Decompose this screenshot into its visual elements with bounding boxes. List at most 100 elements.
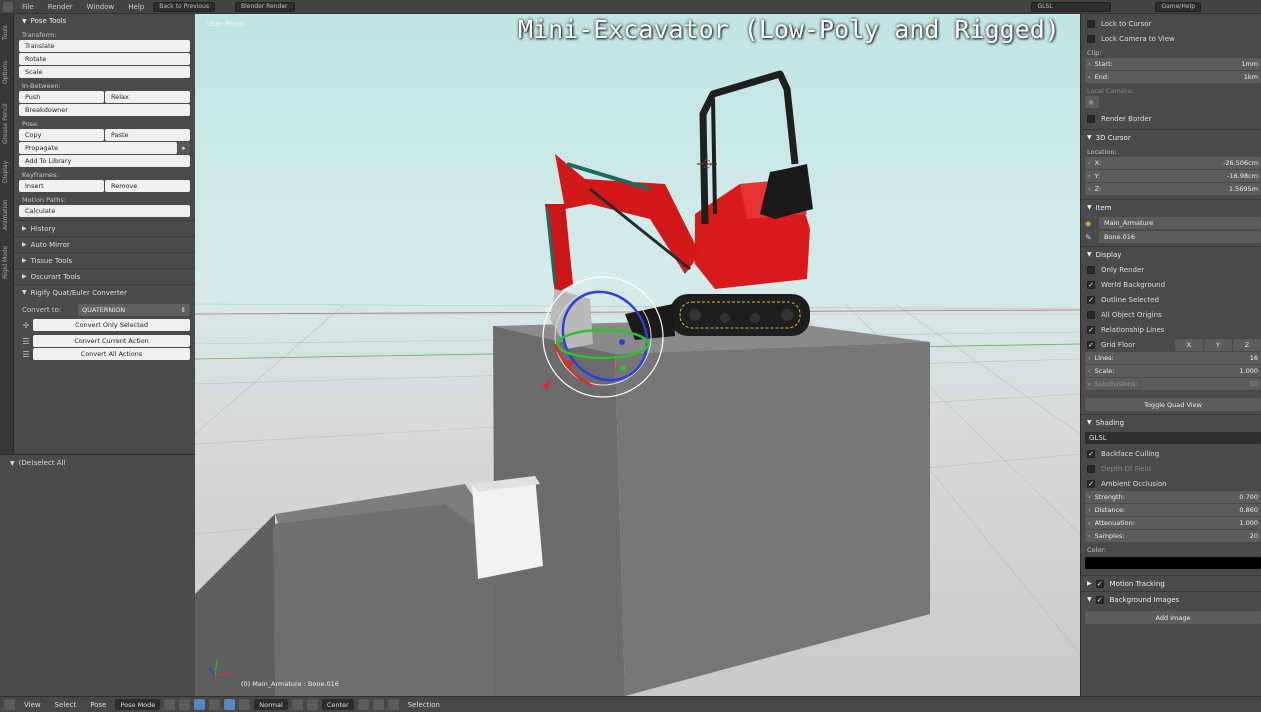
ambient-occlusion-checkbox[interactable]: ✓ Ambient Occlusion (1081, 476, 1261, 491)
layers-icon[interactable] (291, 699, 303, 710)
scale-button[interactable]: Scale (19, 66, 190, 78)
item-bone-name-field[interactable]: Bone.016 (1099, 231, 1261, 243)
add-image-button[interactable]: Add Image (1085, 611, 1261, 624)
oscurart-tools-panel[interactable]: ▶ Oscurart Tools (14, 268, 195, 284)
menu-select[interactable]: Select (50, 701, 82, 709)
lock-to-cursor-checkbox[interactable]: Lock to Cursor (1081, 16, 1261, 31)
clip-start-field[interactable]: ‹ Start: 1mm (1085, 58, 1261, 70)
operator-header[interactable]: ▼ (De)select All (0, 455, 195, 471)
convert-all-actions-button[interactable]: Convert All Actions (33, 348, 190, 360)
snap-icon[interactable] (357, 699, 369, 710)
propagate-button[interactable]: Propagate (19, 142, 177, 154)
cursor-x-field[interactable]: ‹ X: -26.506cm (1085, 157, 1261, 169)
propagate-menu-arrow-icon[interactable]: ▸ (178, 142, 190, 154)
grid-subdivisions-field[interactable]: ‹ Subdivisions: 10 (1085, 378, 1261, 390)
push-button[interactable]: Push (19, 91, 104, 103)
manipulator-toggle-icon[interactable] (194, 699, 206, 710)
game-help-button[interactable]: Game/Help (1155, 1, 1201, 12)
ao-samples-field[interactable]: ‹ Samples: 20 (1085, 530, 1261, 542)
translate-manipulator-icon[interactable] (209, 699, 221, 710)
3d-viewport[interactable]: Mini-Excavator (Low-Poly and Rigged) Use… (195, 14, 1080, 696)
history-panel[interactable]: ▶ History (14, 220, 195, 236)
menu-view[interactable]: View (19, 701, 46, 709)
axis-z-toggle[interactable]: Z (1233, 338, 1261, 351)
render-border-checkbox[interactable]: Render Border (1081, 111, 1261, 126)
grid-lines-field[interactable]: ‹ Lines: 16 (1085, 352, 1261, 364)
ao-strength-field[interactable]: ‹ Strength: 0.700 (1085, 491, 1261, 503)
render-engine-select[interactable]: Blender Render (234, 1, 295, 12)
rigify-converter-header[interactable]: ▼ Rigify Quat/Euler Converter (14, 284, 195, 300)
viewport-shading-select[interactable]: GLSL (1031, 1, 1112, 12)
transform-orientation-select[interactable]: Normal (254, 699, 288, 710)
scale-manipulator-icon[interactable] (239, 699, 251, 710)
clip-end-field[interactable]: ‹ End: 1km (1085, 71, 1261, 83)
tab-options[interactable]: Options (2, 52, 12, 92)
viewport-shading-icon[interactable] (164, 699, 176, 710)
axis-x-toggle[interactable]: X (1175, 338, 1203, 351)
rotate-manipulator-icon[interactable] (224, 699, 236, 710)
tissue-tools-panel[interactable]: ▶ Tissue Tools (14, 252, 195, 268)
relax-button[interactable]: Relax (105, 91, 190, 103)
item-header[interactable]: ▼ Item (1081, 199, 1261, 215)
ao-distance-field[interactable]: ‹ Distance: 0.860 (1085, 504, 1261, 516)
layers-icon[interactable] (306, 699, 318, 710)
all-object-origins-checkbox[interactable]: All Object Origins (1081, 307, 1261, 322)
interaction-mode-select[interactable]: Pose Mode (115, 699, 161, 710)
proportional-edit-icon[interactable] (372, 699, 384, 710)
pivot-point-icon[interactable] (179, 699, 191, 710)
menu-pose[interactable]: Pose (85, 701, 111, 709)
convert-only-selected-button[interactable]: Convert Only Selected (33, 319, 190, 331)
ao-color-swatch[interactable] (1085, 557, 1261, 569)
grid-scale-field[interactable]: ‹ Scale: 1.000 (1085, 365, 1261, 377)
relationship-lines-checkbox[interactable]: ✓ Relationship Lines (1081, 322, 1261, 337)
pose-tools-header[interactable]: ▼ Pose Tools (14, 14, 195, 28)
tab-grease-pencil[interactable]: Grease Pencil (2, 96, 12, 151)
menu-file[interactable]: File (17, 3, 39, 11)
background-images-header[interactable]: ▼ ✓ Background Images (1081, 591, 1261, 607)
ao-attenuation-field[interactable]: ‹ Attenuation: 1.000 (1085, 517, 1261, 529)
cursor-z-field[interactable]: ‹ Z: 1.5695m (1085, 183, 1261, 195)
menu-render[interactable]: Render (43, 3, 78, 11)
cursor-y-field[interactable]: ‹ Y: -16.98cm (1085, 170, 1261, 182)
world-background-checkbox[interactable]: ✓ World Background (1081, 277, 1261, 292)
outline-selected-checkbox[interactable]: ✓ Outline Selected (1081, 292, 1261, 307)
tab-animation[interactable]: Animation (2, 192, 12, 237)
depth-of-field-checkbox[interactable]: Depth Of Field (1081, 461, 1261, 476)
remove-keyframe-button[interactable]: Remove (105, 180, 190, 192)
calculate-button[interactable]: Calculate (19, 205, 190, 217)
backface-culling-checkbox[interactable]: ✓ Backface Culling (1081, 446, 1261, 461)
tab-rigid-mode[interactable]: Rigid Mode (2, 240, 12, 285)
editor-type-icon[interactable] (3, 1, 13, 12)
local-camera-field[interactable]: ◉ (1085, 96, 1099, 108)
breakdowner-button[interactable]: Breakdowner (19, 104, 190, 116)
axis-y-toggle[interactable]: Y (1204, 338, 1232, 351)
grid-floor-checkbox[interactable]: ✓ Grid Floor XYZ (1081, 337, 1261, 352)
lock-camera-to-view-checkbox[interactable]: Lock Camera to View (1081, 31, 1261, 46)
display-header[interactable]: ▼ Display (1081, 246, 1261, 262)
render-icon[interactable] (387, 699, 399, 710)
tab-display[interactable]: Display (2, 154, 12, 189)
pivot-select[interactable]: Center (321, 699, 354, 710)
auto-mirror-panel[interactable]: ▶ Auto Mirror (14, 236, 195, 252)
motion-tracking-header[interactable]: ▶ ✓ Motion Tracking (1081, 575, 1261, 591)
shading-mode-select[interactable]: GLSL (1085, 432, 1261, 444)
convert-current-action-button[interactable]: Convert Current Action (33, 335, 190, 347)
menu-help[interactable]: Help (123, 3, 149, 11)
paste-button[interactable]: Paste (105, 129, 190, 141)
add-to-library-button[interactable]: Add To Library (19, 155, 190, 167)
rotate-button[interactable]: Rotate (19, 53, 190, 65)
editor-type-icon[interactable] (4, 699, 15, 710)
copy-button[interactable]: Copy (19, 129, 104, 141)
insert-keyframe-button[interactable]: Insert (19, 180, 104, 192)
convert-to-select[interactable]: QUATERNION ⇕ (78, 304, 190, 316)
tab-tools[interactable]: Tools (2, 18, 12, 48)
back-to-previous-button[interactable]: Back to Previous (153, 1, 215, 12)
menu-window[interactable]: Window (82, 3, 120, 11)
shading-header[interactable]: ▼ Shading (1081, 414, 1261, 430)
item-object-name-field[interactable]: Main_Armature (1099, 217, 1261, 229)
excavator-model[interactable] (545, 70, 813, 349)
3d-cursor-header[interactable]: ▼ 3D Cursor (1081, 129, 1261, 145)
translate-button[interactable]: Translate (19, 40, 190, 52)
toggle-quad-view-button[interactable]: Toggle Quad View (1085, 398, 1261, 411)
only-render-checkbox[interactable]: Only Render (1081, 262, 1261, 277)
